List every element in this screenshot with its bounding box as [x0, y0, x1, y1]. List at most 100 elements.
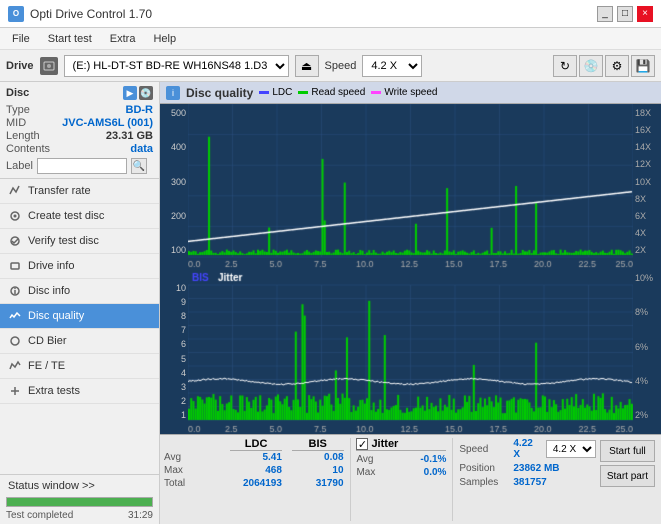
nav-transfer-rate[interactable]: Transfer rate	[0, 179, 159, 204]
nav-create-test-disc-label: Create test disc	[28, 210, 104, 222]
ldc-total: 2064193	[230, 478, 282, 489]
nav-fe-te[interactable]: FE / TE	[0, 354, 159, 379]
upper-chart-area: 500 400 300 200 100 18X 16X 14X 12X 10X	[160, 104, 661, 269]
position-row: Position 23862 MB	[459, 463, 595, 474]
position-value: 23862 MB	[513, 463, 559, 474]
disc-length-value: 23.31 GB	[106, 130, 153, 142]
jitter-checkmark: ✓	[358, 438, 367, 451]
drive-info-icon	[8, 259, 22, 273]
nav-items: Transfer rate Create test disc Verify te…	[0, 179, 159, 474]
read-speed-legend-dot	[298, 91, 308, 94]
ldc-bis-stats: LDC BIS Avg 5.41 0.08 Max 468 10 Total	[164, 438, 344, 490]
samples-label: Samples	[459, 477, 509, 488]
nav-drive-info-label: Drive info	[28, 260, 74, 272]
jitter-checkbox[interactable]: ✓	[356, 438, 368, 450]
nav-drive-info[interactable]: Drive info	[0, 254, 159, 279]
ldc-legend-dot	[259, 91, 269, 94]
fe-te-icon	[8, 359, 22, 373]
nav-cd-bier[interactable]: CD Bier	[0, 329, 159, 354]
settings-button[interactable]: ⚙	[605, 55, 629, 77]
save-button[interactable]: 💾	[631, 55, 655, 77]
menu-bar: File Start test Extra Help	[0, 28, 661, 50]
ldc-legend-label: LDC	[272, 87, 292, 98]
speed-control-select[interactable]: 4.2 X	[546, 440, 596, 458]
nav-create-test-disc[interactable]: Create test disc	[0, 204, 159, 229]
divider-2	[452, 438, 453, 521]
write-speed-legend-label: Write speed	[384, 87, 437, 98]
jitter-stats: ✓ Jitter Avg -0.1% Max 0.0%	[356, 438, 446, 479]
start-full-button[interactable]: Start full	[600, 440, 655, 462]
disc-length-label: Length	[6, 130, 40, 142]
disc-mid-row: MID JVC-AMS6L (001)	[6, 117, 153, 129]
avg-label: Avg	[164, 452, 220, 463]
upper-y-axis-left: 500 400 300 200 100	[160, 104, 188, 269]
speed-label: Speed	[325, 60, 357, 72]
create-test-disc-icon	[8, 209, 22, 223]
disc-label-input[interactable]	[37, 158, 127, 174]
stats-content: LDC BIS Avg 5.41 0.08 Max 468 10 Total	[160, 435, 661, 524]
refresh-button[interactable]: ↻	[553, 55, 577, 77]
quality-title: Disc quality	[186, 86, 253, 100]
nav-disc-quality-label: Disc quality	[28, 310, 84, 322]
disc-contents-row: Contents data	[6, 143, 153, 155]
stats-spacer	[164, 438, 220, 451]
minimize-button[interactable]: _	[597, 6, 613, 22]
max-label: Max	[164, 465, 220, 476]
menu-help[interactable]: Help	[145, 31, 184, 47]
write-speed-legend-dot	[371, 91, 381, 94]
position-label: Position	[459, 463, 509, 474]
lower-chart-svg-wrapper	[188, 269, 633, 434]
eject-button[interactable]: ⏏	[295, 55, 319, 77]
status-text-row: Test completed 31:29	[0, 509, 159, 524]
speed-stat-label: Speed	[459, 444, 509, 455]
total-label: Total	[164, 478, 220, 489]
menu-extra[interactable]: Extra	[102, 31, 144, 47]
content-area: i Disc quality LDC Read speed Write spee…	[160, 82, 661, 524]
disc-title: Disc	[6, 87, 29, 99]
max-row: Max 468 10	[164, 465, 344, 476]
bis-header: BIS	[292, 438, 344, 451]
nav-disc-quality[interactable]: Disc quality	[0, 304, 159, 329]
action-buttons: Start full Start part	[596, 438, 657, 489]
close-button[interactable]: ×	[637, 6, 653, 22]
nav-verify-test-disc[interactable]: Verify test disc	[0, 229, 159, 254]
disc-info-icon	[8, 284, 22, 298]
maximize-button[interactable]: □	[617, 6, 633, 22]
nav-extra-tests[interactable]: Extra tests	[0, 379, 159, 404]
menu-file[interactable]: File	[4, 31, 38, 47]
nav-disc-info[interactable]: Disc info	[0, 279, 159, 304]
disc-type-label: Type	[6, 104, 30, 116]
upper-chart-svg-wrapper	[188, 104, 633, 269]
drive-action-icons: ↻ 💿 ⚙ 💾	[553, 55, 655, 77]
disc-icon-1[interactable]: ▶	[123, 86, 137, 100]
speed-select[interactable]: 4.2 X	[362, 55, 422, 77]
bis-avg: 0.08	[292, 452, 344, 463]
menu-start-test[interactable]: Start test	[40, 31, 100, 47]
app-icon: O	[8, 6, 24, 22]
upper-chart-canvas	[188, 104, 633, 269]
disc-type-row: Type BD-R	[6, 104, 153, 116]
disc-button[interactable]: 💿	[579, 55, 603, 77]
bis-total: 31790	[292, 478, 344, 489]
disc-length-row: Length 23.31 GB	[6, 130, 153, 142]
jitter-max-label: Max	[356, 467, 375, 478]
disc-label-search-btn[interactable]: 🔍	[131, 158, 147, 174]
nav-cd-bier-label: CD Bier	[28, 335, 67, 347]
start-part-button[interactable]: Start part	[600, 465, 655, 487]
ldc-avg: 5.41	[230, 452, 282, 463]
jitter-avg-row: Avg -0.1%	[356, 454, 446, 465]
bis-max: 10	[292, 465, 344, 476]
quality-header: i Disc quality LDC Read speed Write spee…	[160, 82, 661, 104]
disc-quality-icon	[8, 309, 22, 323]
title-bar: O Opti Drive Control 1.70 _ □ ×	[0, 0, 661, 28]
disc-label-label: Label	[6, 160, 33, 172]
nav-transfer-rate-label: Transfer rate	[28, 185, 91, 197]
jitter-avg-value: -0.1%	[420, 454, 446, 465]
disc-contents-value: data	[130, 143, 153, 155]
main-layout: Disc ▶ 💿 Type BD-R MID JVC-AMS6L (001) L…	[0, 82, 661, 524]
avg-row: Avg 5.41 0.08	[164, 452, 344, 463]
read-speed-legend-label: Read speed	[311, 87, 365, 98]
drive-select[interactable]: (E:) HL-DT-ST BD-RE WH16NS48 1.D3	[64, 55, 289, 77]
status-window-button[interactable]: Status window >>	[0, 475, 159, 497]
disc-icon-2[interactable]: 💿	[139, 86, 153, 100]
